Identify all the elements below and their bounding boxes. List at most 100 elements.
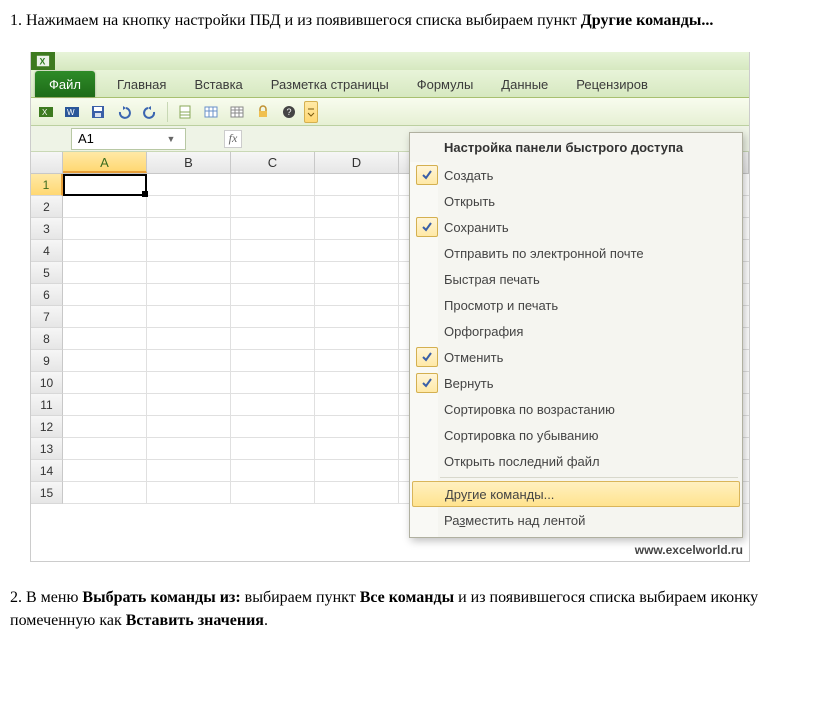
formula-input[interactable]: [248, 129, 398, 149]
row-header[interactable]: 2: [31, 196, 63, 218]
cell[interactable]: [231, 262, 315, 284]
menu-item[interactable]: Открыть последний файл: [410, 448, 742, 474]
row-header[interactable]: 12: [31, 416, 63, 438]
menu-item[interactable]: Отправить по электронной почте: [410, 240, 742, 266]
menu-item[interactable]: Просмотр и печать: [410, 292, 742, 318]
cell[interactable]: [147, 218, 231, 240]
row-header[interactable]: 4: [31, 240, 63, 262]
qat-table-icon[interactable]: [200, 101, 222, 123]
menu-item[interactable]: Сортировка по возрастанию: [410, 396, 742, 422]
cell[interactable]: [315, 460, 399, 482]
cell[interactable]: [231, 416, 315, 438]
cell[interactable]: [63, 460, 147, 482]
cell[interactable]: [231, 306, 315, 328]
qat-lock-icon[interactable]: [252, 101, 274, 123]
tab-review[interactable]: Рецензиров: [562, 71, 662, 97]
cell[interactable]: [231, 284, 315, 306]
save-icon[interactable]: [87, 101, 109, 123]
menu-item[interactable]: Сохранить: [410, 214, 742, 240]
qat-customize-button[interactable]: [304, 101, 318, 123]
menu-item[interactable]: Орфография: [410, 318, 742, 344]
fx-icon[interactable]: fx: [224, 130, 242, 148]
tab-formulas[interactable]: Формулы: [403, 71, 488, 97]
col-header-b[interactable]: B: [147, 152, 231, 173]
cell[interactable]: [147, 262, 231, 284]
qat-word-icon[interactable]: W: [61, 101, 83, 123]
qat-doc-icon[interactable]: [174, 101, 196, 123]
cell[interactable]: [315, 240, 399, 262]
cell[interactable]: [315, 328, 399, 350]
cell[interactable]: [231, 218, 315, 240]
menu-item[interactable]: Сортировка по убыванию: [410, 422, 742, 448]
cell[interactable]: [63, 328, 147, 350]
row-header[interactable]: 11: [31, 394, 63, 416]
cell[interactable]: [231, 372, 315, 394]
col-header-a[interactable]: A: [63, 152, 147, 173]
cell[interactable]: [315, 306, 399, 328]
row-header[interactable]: 9: [31, 350, 63, 372]
cell[interactable]: [63, 196, 147, 218]
menu-place-above-ribbon[interactable]: Разместить над лентой: [410, 507, 742, 533]
row-header[interactable]: 10: [31, 372, 63, 394]
cell[interactable]: [231, 240, 315, 262]
menu-item[interactable]: Открыть: [410, 188, 742, 214]
cell[interactable]: [147, 350, 231, 372]
cell[interactable]: [147, 460, 231, 482]
cell[interactable]: [63, 306, 147, 328]
row-header[interactable]: 7: [31, 306, 63, 328]
cell[interactable]: [315, 174, 399, 196]
cell[interactable]: [231, 438, 315, 460]
cell[interactable]: [147, 416, 231, 438]
cell[interactable]: [231, 350, 315, 372]
row-header[interactable]: 5: [31, 262, 63, 284]
cell[interactable]: [147, 372, 231, 394]
cell[interactable]: [315, 284, 399, 306]
menu-item[interactable]: Быстрая печать: [410, 266, 742, 292]
cell[interactable]: [63, 174, 147, 196]
menu-more-commands[interactable]: Другие команды...: [412, 481, 740, 507]
col-header-d[interactable]: D: [315, 152, 399, 173]
tab-home[interactable]: Главная: [103, 71, 180, 97]
cell[interactable]: [231, 460, 315, 482]
cell[interactable]: [147, 306, 231, 328]
cell[interactable]: [231, 196, 315, 218]
cell[interactable]: [231, 328, 315, 350]
col-header-c[interactable]: C: [231, 152, 315, 173]
row-header[interactable]: 3: [31, 218, 63, 240]
cell[interactable]: [147, 196, 231, 218]
menu-item[interactable]: Создать: [410, 162, 742, 188]
cell[interactable]: [147, 328, 231, 350]
cell[interactable]: [63, 394, 147, 416]
cell[interactable]: [63, 284, 147, 306]
cell[interactable]: [63, 218, 147, 240]
cell[interactable]: [315, 196, 399, 218]
row-header[interactable]: 1: [31, 174, 63, 196]
cell[interactable]: [63, 262, 147, 284]
qat-help-icon[interactable]: ?: [278, 101, 300, 123]
cell[interactable]: [315, 372, 399, 394]
menu-item[interactable]: Отменить: [410, 344, 742, 370]
cell[interactable]: [315, 394, 399, 416]
chevron-down-icon[interactable]: ▼: [163, 134, 179, 144]
row-header[interactable]: 6: [31, 284, 63, 306]
cell[interactable]: [315, 482, 399, 504]
cell[interactable]: [315, 438, 399, 460]
cell[interactable]: [147, 482, 231, 504]
cell[interactable]: [315, 218, 399, 240]
tab-page-layout[interactable]: Разметка страницы: [257, 71, 403, 97]
cell[interactable]: [63, 372, 147, 394]
tab-insert[interactable]: Вставка: [180, 71, 256, 97]
row-header[interactable]: 13: [31, 438, 63, 460]
file-tab[interactable]: Файл: [35, 71, 95, 97]
cell[interactable]: [63, 438, 147, 460]
row-header[interactable]: 14: [31, 460, 63, 482]
cell[interactable]: [147, 174, 231, 196]
cell[interactable]: [147, 438, 231, 460]
redo-icon[interactable]: [139, 101, 161, 123]
menu-item[interactable]: Вернуть: [410, 370, 742, 396]
cell[interactable]: [147, 394, 231, 416]
select-all-corner[interactable]: [31, 152, 63, 173]
cell[interactable]: [147, 284, 231, 306]
cell[interactable]: [63, 240, 147, 262]
undo-icon[interactable]: [113, 101, 135, 123]
